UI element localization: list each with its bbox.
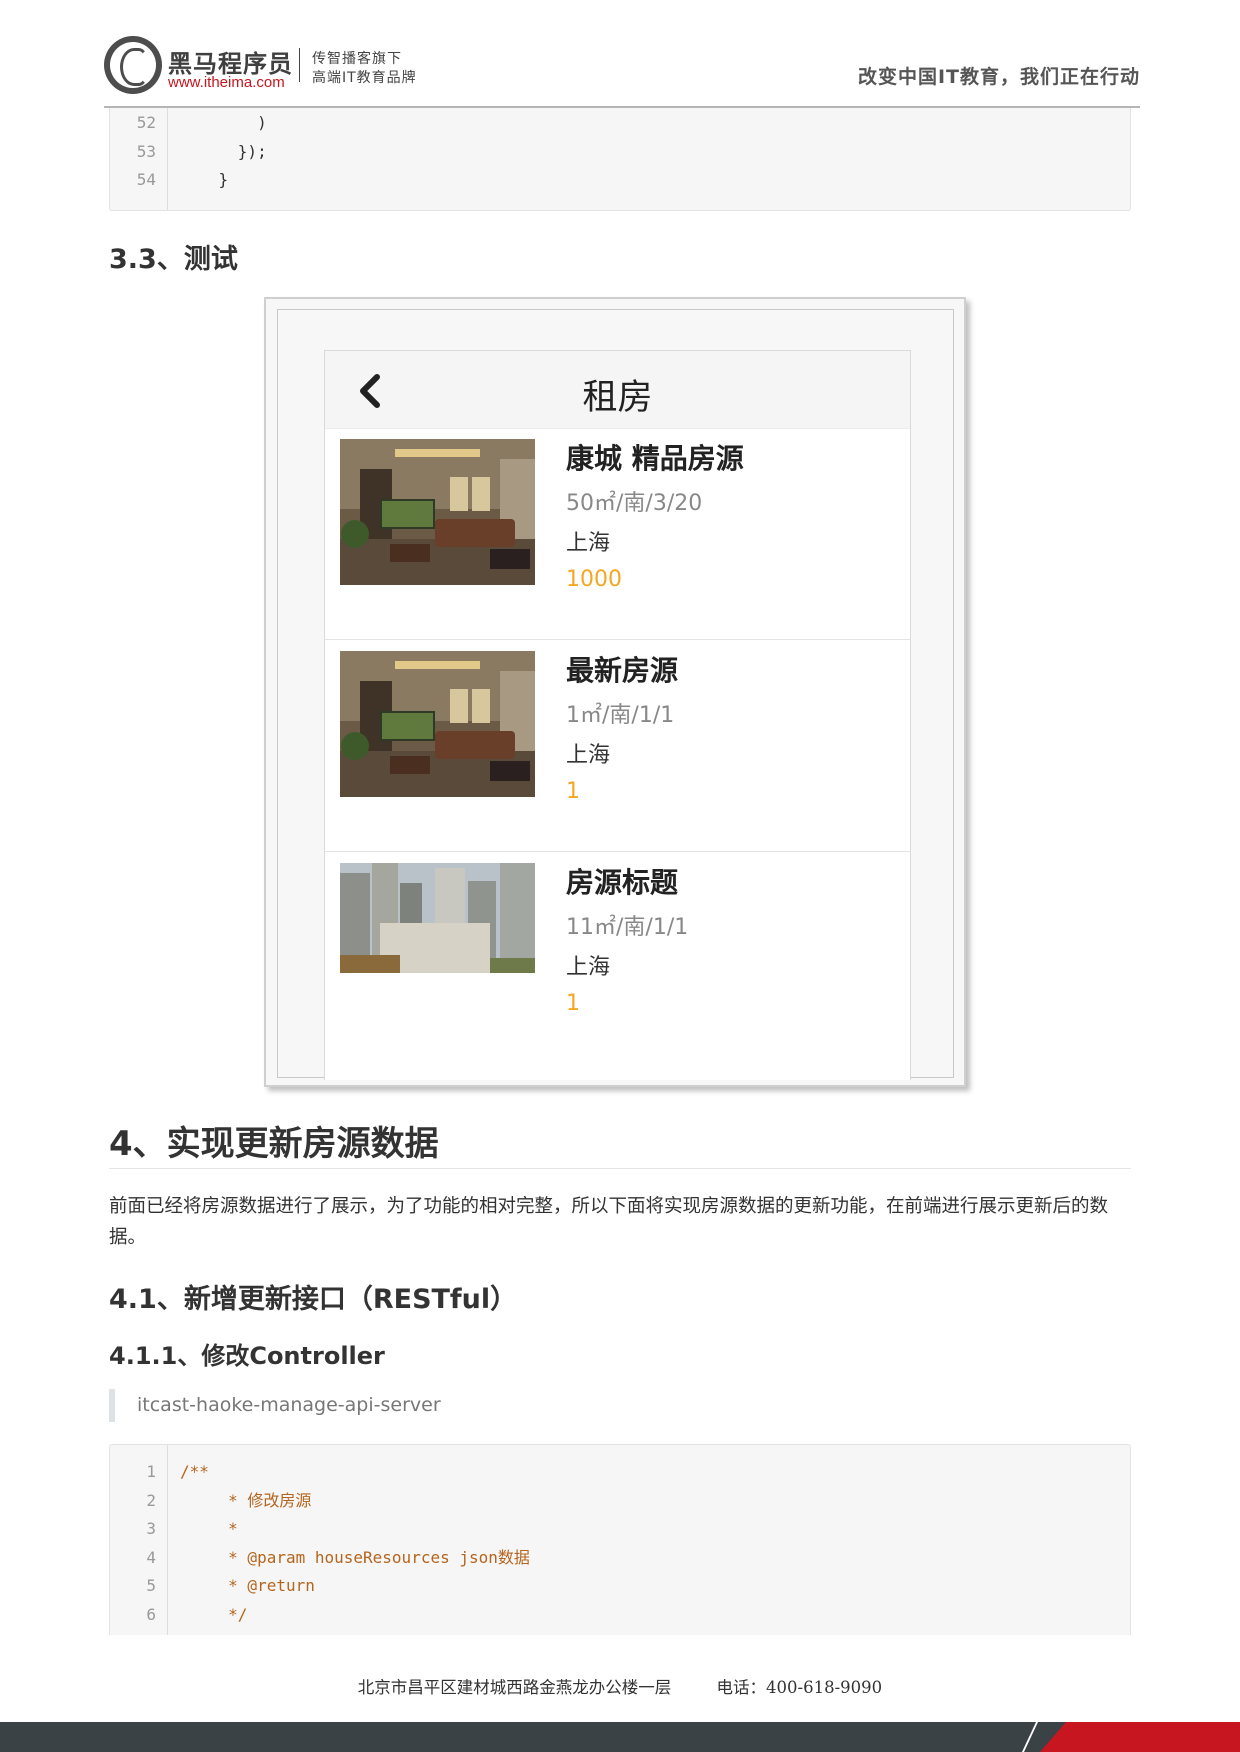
line-number: 4 — [146, 1547, 156, 1567]
house-city: 上海 — [566, 531, 611, 556]
heading-4-1-1: 4.1.1、修改Controller — [109, 1342, 385, 1370]
code-line: 5 * @return — [110, 1572, 1130, 1601]
line-number: 5 — [146, 1576, 156, 1595]
logo-tagline-2: 高端IT教育品牌 — [312, 70, 417, 86]
heading-4: 4、实现更新房源数据 — [109, 1124, 439, 1164]
house-price: 1000 — [566, 567, 622, 592]
footer-red-accent — [1040, 1722, 1240, 1752]
footer-address: 北京市昌平区建材城西路金燕龙办公楼一层 — [357, 1678, 672, 1697]
module-blockquote: itcast-haoke-manage-api-server — [109, 1389, 1131, 1422]
code-line: 3 * — [110, 1515, 1130, 1544]
code-comment: /** — [180, 1462, 209, 1481]
line-number: 6 — [146, 1604, 156, 1624]
house-price: 1 — [566, 991, 580, 1016]
page-footer: 北京市昌平区建材城西路金燕龙办公楼一层 电话：400-618-9090 — [0, 1674, 1240, 1698]
heading-4-1: 4.1、新增更新接口（RESTful） — [109, 1284, 518, 1315]
house-city: 上海 — [566, 743, 611, 768]
code-line: 1 /** — [110, 1458, 1130, 1487]
logo-divider — [299, 48, 300, 82]
horse-logo-icon — [104, 36, 162, 94]
house-list-item[interactable]: 康城 精品房源 50㎡/南/3/20 上海 1000 — [325, 429, 910, 640]
line-number: 54 — [136, 170, 156, 189]
line-number: 1 — [146, 1462, 156, 1481]
line-number: 53 — [136, 141, 156, 161]
heading-underline — [109, 1168, 1131, 1169]
line-number: 3 — [146, 1519, 156, 1538]
code-line: 52 ) — [110, 109, 1130, 138]
code-comment: * — [180, 1519, 238, 1538]
rental-app-view: 租房 康城 精品房源 50㎡/南/3/20 上海 1000 最新房源 1㎡/南/… — [324, 350, 911, 1080]
house-description: 1㎡/南/1/1 — [566, 703, 675, 728]
code-comment: * @return — [180, 1576, 315, 1595]
code-line: 4 * @param houseResources json数据 — [110, 1544, 1130, 1573]
code-line: 6 */ — [110, 1601, 1130, 1630]
header-slogan: 改变中国IT教育，我们正在行动 — [857, 66, 1140, 88]
code-line: 53 }); — [110, 138, 1130, 167]
code-block: 1 /** 2 * 修改房源 3 * 4 * @param houseResou… — [109, 1444, 1131, 1635]
code-text: }); — [180, 141, 267, 161]
house-city: 上海 — [566, 955, 611, 980]
heading-3-3: 3.3、测试 — [109, 244, 238, 275]
logo-tagline-1: 传智播客旗下 — [312, 51, 402, 67]
house-description: 50㎡/南/3/20 — [566, 491, 703, 516]
footer-phone: 电话：400-618-9090 — [716, 1678, 883, 1697]
living-room-image — [340, 651, 535, 797]
house-title: 房源标题 — [566, 866, 679, 899]
app-screenshot-figure: 租房 康城 精品房源 50㎡/南/3/20 上海 1000 最新房源 1㎡/南/… — [264, 297, 966, 1087]
page-header: 黑马程序员 www.itheima.com 传智播客旗下 高端IT教育品牌 改变… — [104, 36, 1140, 108]
house-price: 1 — [566, 779, 580, 804]
house-title: 最新房源 — [566, 654, 679, 687]
code-block-continued: 52 ) 53 }); 54 } — [109, 108, 1131, 211]
code-text: } — [180, 170, 229, 189]
code-text: ) — [180, 113, 267, 132]
house-title: 康城 精品房源 — [566, 442, 744, 475]
code-comment: * @param houseResources json数据 — [180, 1547, 530, 1567]
footer-stripe-divider — [1022, 1722, 1038, 1752]
footer-bar — [0, 1722, 1240, 1752]
code-line: 2 * 修改房源 — [110, 1487, 1130, 1516]
screenshot-frame: 租房 康城 精品房源 50㎡/南/3/20 上海 1000 最新房源 1㎡/南/… — [277, 309, 954, 1080]
app-navbar: 租房 — [325, 351, 910, 429]
city-buildings-image — [340, 863, 535, 973]
house-list-item[interactable]: 最新房源 1㎡/南/1/1 上海 1 — [325, 641, 910, 852]
section-4-paragraph: 前面已经将房源数据进行了展示，为了功能的相对完整，所以下面将实现房源数据的更新功… — [109, 1196, 1109, 1248]
house-list-item[interactable]: 房源标题 11㎡/南/1/1 上海 1 — [325, 853, 910, 1064]
house-description: 11㎡/南/1/1 — [566, 915, 689, 940]
app-nav-title: 租房 — [582, 378, 653, 418]
code-line: 54 } — [110, 166, 1130, 195]
line-number: 2 — [146, 1490, 156, 1510]
living-room-image — [340, 439, 535, 585]
code-comment: */ — [180, 1604, 248, 1624]
line-number: 52 — [136, 113, 156, 132]
logo-url: www.itheima.com — [168, 74, 285, 91]
code-comment: * 修改房源 — [180, 1490, 312, 1510]
